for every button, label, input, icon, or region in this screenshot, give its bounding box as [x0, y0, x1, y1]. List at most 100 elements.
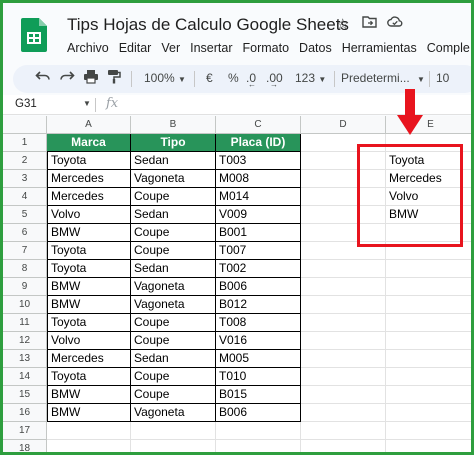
table-cell[interactable]: Toyota: [47, 314, 131, 332]
cell[interactable]: [386, 350, 471, 368]
move-to-folder-icon[interactable]: [362, 15, 377, 32]
cell[interactable]: [386, 422, 471, 440]
menu-editar[interactable]: Editar: [119, 41, 152, 59]
table-cell[interactable]: Toyota: [47, 242, 131, 260]
select-all-corner[interactable]: [3, 116, 47, 134]
cell[interactable]: [301, 314, 386, 332]
table-header-cell[interactable]: Placa (ID): [216, 134, 301, 152]
cell[interactable]: [301, 440, 386, 452]
column-header-d[interactable]: D: [301, 116, 386, 134]
cell[interactable]: [386, 386, 471, 404]
column-header-c[interactable]: C: [216, 116, 301, 134]
table-cell[interactable]: T002: [216, 260, 301, 278]
cell[interactable]: [386, 332, 471, 350]
cell[interactable]: [301, 332, 386, 350]
table-cell[interactable]: Sedan: [131, 152, 216, 170]
column-header-b[interactable]: B: [131, 116, 216, 134]
table-cell[interactable]: B012: [216, 296, 301, 314]
table-cell[interactable]: Toyota: [47, 152, 131, 170]
zoom-select[interactable]: 100% ▼: [144, 71, 186, 85]
cell[interactable]: [301, 350, 386, 368]
table-cell[interactable]: BMW: [47, 386, 131, 404]
table-cell[interactable]: M014: [216, 188, 301, 206]
table-cell[interactable]: Mercedes: [47, 350, 131, 368]
row-header[interactable]: 10: [3, 296, 47, 314]
table-cell[interactable]: V009: [216, 206, 301, 224]
table-cell[interactable]: T007: [216, 242, 301, 260]
table-cell[interactable]: Vagoneta: [131, 404, 216, 422]
table-cell[interactable]: T003: [216, 152, 301, 170]
table-cell[interactable]: BMW: [47, 224, 131, 242]
table-cell[interactable]: Sedan: [131, 206, 216, 224]
menu-formato[interactable]: Formato: [243, 41, 290, 59]
cell[interactable]: [386, 278, 471, 296]
document-title[interactable]: Tips Hojas de Calculo Google Sheets: [67, 15, 349, 35]
cell[interactable]: [131, 440, 216, 452]
font-select[interactable]: Predetermi... ▼: [341, 71, 425, 85]
currency-format-button[interactable]: €: [206, 71, 213, 85]
table-cell[interactable]: B006: [216, 278, 301, 296]
decrease-decimal-button[interactable]: .0 ←: [246, 71, 256, 89]
increase-decimal-button[interactable]: .00 →: [266, 71, 283, 89]
table-cell[interactable]: T010: [216, 368, 301, 386]
row-header[interactable]: 1: [3, 134, 47, 152]
cell[interactable]: [301, 386, 386, 404]
table-cell[interactable]: Vagoneta: [131, 278, 216, 296]
table-cell[interactable]: Coupe: [131, 188, 216, 206]
table-cell[interactable]: Coupe: [131, 332, 216, 350]
table-cell[interactable]: Sedan: [131, 260, 216, 278]
row-header[interactable]: 15: [3, 386, 47, 404]
row-header[interactable]: 4: [3, 188, 47, 206]
table-cell[interactable]: B006: [216, 404, 301, 422]
table-cell[interactable]: Volvo: [47, 206, 131, 224]
table-cell[interactable]: B015: [216, 386, 301, 404]
menu-ver[interactable]: Ver: [161, 41, 180, 59]
paint-format-icon[interactable]: [107, 69, 121, 87]
cell[interactable]: [131, 422, 216, 440]
row-header[interactable]: 11: [3, 314, 47, 332]
cell[interactable]: [301, 422, 386, 440]
percent-format-button[interactable]: %: [228, 71, 239, 85]
font-size-field[interactable]: 10: [436, 71, 449, 85]
row-header[interactable]: 12: [3, 332, 47, 350]
table-cell[interactable]: M008: [216, 170, 301, 188]
print-icon[interactable]: [83, 69, 99, 87]
table-cell[interactable]: B001: [216, 224, 301, 242]
sheets-logo-icon[interactable]: [21, 18, 47, 52]
cell[interactable]: [47, 422, 131, 440]
table-cell[interactable]: BMW: [47, 278, 131, 296]
menu-datos[interactable]: Datos: [299, 41, 332, 59]
table-cell[interactable]: Sedan: [131, 350, 216, 368]
table-cell[interactable]: M005: [216, 350, 301, 368]
cloud-saved-icon[interactable]: [387, 15, 403, 32]
cell[interactable]: [301, 368, 386, 386]
row-header[interactable]: 8: [3, 260, 47, 278]
cell[interactable]: [386, 368, 471, 386]
table-cell[interactable]: Coupe: [131, 386, 216, 404]
table-cell[interactable]: Coupe: [131, 368, 216, 386]
row-header[interactable]: 13: [3, 350, 47, 368]
table-cell[interactable]: Coupe: [131, 224, 216, 242]
cell[interactable]: [386, 404, 471, 422]
cell[interactable]: [386, 314, 471, 332]
table-cell[interactable]: BMW: [47, 404, 131, 422]
cell[interactable]: [301, 278, 386, 296]
row-header[interactable]: 16: [3, 404, 47, 422]
table-cell[interactable]: T008: [216, 314, 301, 332]
menu-complementos[interactable]: Comple: [427, 41, 470, 59]
row-header[interactable]: 3: [3, 170, 47, 188]
cell[interactable]: [301, 296, 386, 314]
row-header[interactable]: 18: [3, 440, 47, 452]
menu-herramientas[interactable]: Herramientas: [342, 41, 417, 59]
table-header-cell[interactable]: Tipo: [131, 134, 216, 152]
cell[interactable]: [386, 440, 471, 452]
column-header-a[interactable]: A: [47, 116, 131, 134]
row-header[interactable]: 2: [3, 152, 47, 170]
row-header[interactable]: 14: [3, 368, 47, 386]
table-cell[interactable]: Coupe: [131, 314, 216, 332]
table-cell[interactable]: Vagoneta: [131, 170, 216, 188]
table-cell[interactable]: Vagoneta: [131, 296, 216, 314]
table-cell[interactable]: Coupe: [131, 242, 216, 260]
row-header[interactable]: 9: [3, 278, 47, 296]
table-cell[interactable]: Toyota: [47, 260, 131, 278]
